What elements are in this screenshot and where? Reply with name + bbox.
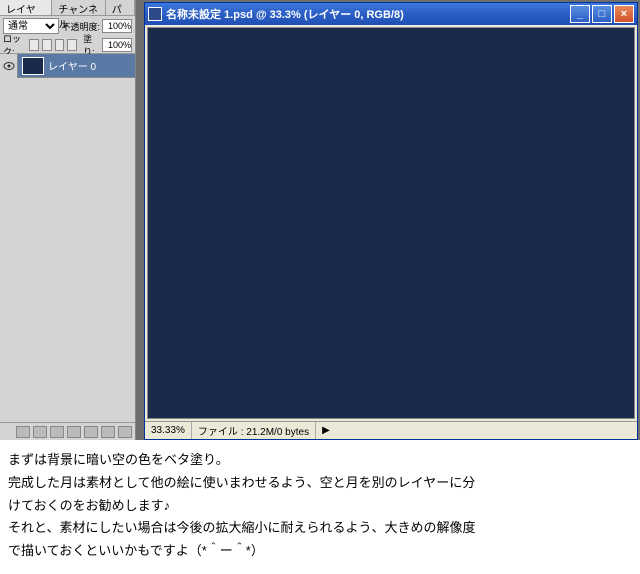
document-window: 名称未設定 1.psd @ 33.3% (レイヤー 0, RGB/8) _ □ …: [144, 2, 638, 440]
panel-footer: [0, 422, 135, 440]
caption-line: まずは背景に暗い空の色をベタ塗り。: [8, 450, 632, 471]
caption-line: それと、素材にしたい場合は今後の拡大縮小に耐えられるよう、大きめの解像度: [8, 518, 632, 539]
delete-layer-icon[interactable]: [118, 426, 132, 438]
tab-channels[interactable]: チャンネル: [52, 0, 105, 15]
eye-icon: [3, 62, 15, 70]
close-button[interactable]: ×: [614, 5, 634, 23]
app-icon: [148, 7, 162, 21]
titlebar[interactable]: 名称未設定 1.psd @ 33.3% (レイヤー 0, RGB/8) _ □ …: [145, 3, 637, 25]
visibility-toggle[interactable]: [0, 54, 18, 78]
fill-input[interactable]: [102, 38, 132, 52]
layer-list: レイヤー 0: [0, 54, 135, 422]
tab-paths[interactable]: パス: [106, 0, 135, 15]
layer-item[interactable]: レイヤー 0: [0, 54, 135, 78]
minimize-button[interactable]: _: [570, 5, 590, 23]
status-file: ファイル : 21.2M/0 bytes: [192, 422, 316, 439]
lock-all-icon[interactable]: [67, 39, 77, 51]
layer-thumbnail[interactable]: [22, 57, 44, 75]
opacity-input[interactable]: [102, 19, 132, 33]
lock-position-icon[interactable]: [55, 39, 65, 51]
status-extra: ▶: [316, 422, 637, 439]
status-zoom[interactable]: 33.33%: [145, 422, 192, 439]
layer-fx-icon[interactable]: [33, 426, 47, 438]
adjustment-layer-icon[interactable]: [67, 426, 81, 438]
caption-line: 完成した月は素材として他の絵に使いまわせるよう、空と月を別のレイヤーに分: [8, 473, 632, 494]
titlebar-text: 名称未設定 1.psd @ 33.3% (レイヤー 0, RGB/8): [166, 6, 570, 22]
tab-layers[interactable]: レイヤー ×: [0, 0, 52, 15]
layer-name[interactable]: レイヤー 0: [48, 58, 96, 73]
canvas-area: 名称未設定 1.psd @ 33.3% (レイヤー 0, RGB/8) _ □ …: [136, 0, 640, 440]
caption-line: で描いておくといいかもですよ（*＾ー＾*）: [8, 541, 632, 562]
lock-fill-row: ロック: 塗り:: [0, 36, 135, 54]
layer-group-icon[interactable]: [84, 426, 98, 438]
link-layers-icon[interactable]: [16, 426, 30, 438]
caption-line: けておくのをお勧めします♪: [8, 496, 632, 517]
lock-transparency-icon[interactable]: [29, 39, 39, 51]
lock-pixels-icon[interactable]: [42, 39, 52, 51]
layers-panel: レイヤー × チャンネル パス 通常 不透明度: ロック: 塗り:: [0, 0, 136, 440]
maximize-button[interactable]: □: [592, 5, 612, 23]
statusbar: 33.33% ファイル : 21.2M/0 bytes ▶: [145, 421, 637, 439]
caption-text: まずは背景に暗い空の色をベタ塗り。 完成した月は素材として他の絵に使いまわせるよ…: [0, 440, 640, 574]
layer-mask-icon[interactable]: [50, 426, 64, 438]
panel-tabs: レイヤー × チャンネル パス: [0, 0, 135, 16]
canvas[interactable]: [147, 27, 635, 419]
new-layer-icon[interactable]: [101, 426, 115, 438]
